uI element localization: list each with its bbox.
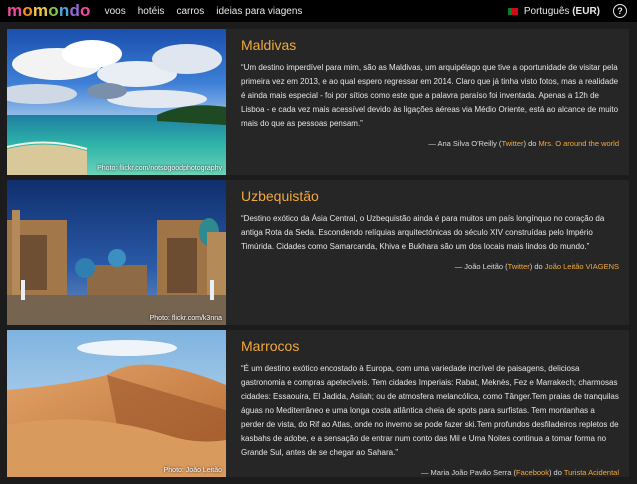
destination-card-morocco: Photo: João Leitão Marrocos “É um destin… (7, 330, 629, 477)
logo-letter: m (32, 1, 49, 20)
logo-letter: o (48, 1, 59, 20)
destination-content: Marrocos “É um destino exótico encostado… (241, 338, 619, 477)
social-link[interactable]: Twitter (508, 262, 530, 271)
photo-credit-link[interactable]: flickr.com/k3nna (172, 315, 222, 322)
quote-attribution: — Maria João Pavão Serra (Facebook) do T… (241, 468, 619, 477)
photo-credit-link[interactable]: João Leitão (186, 467, 222, 474)
attribution-connector: ) do (529, 262, 545, 271)
logo-letter: o (22, 1, 33, 20)
author-name: — João Leitão ( (454, 262, 508, 271)
destination-content: Uzbequistão “Destino exótico da Ásia Cen… (241, 188, 619, 271)
photo-credit-prefix: Photo: (163, 467, 186, 474)
language-currency-selector[interactable]: Português (EUR) (507, 0, 600, 22)
maldives-photo[interactable]: Photo: flickr.com/notsogoodphotography (7, 29, 226, 175)
main-nav: voos hotéis carros ideias para viagens (105, 6, 315, 17)
blog-link[interactable]: Mrs. O around the world (539, 139, 619, 148)
portugal-flag-icon (507, 7, 518, 15)
destination-title[interactable]: Uzbequistão (241, 188, 619, 204)
help-icon[interactable]: ? (613, 4, 627, 18)
attribution-connector: ) do (523, 139, 539, 148)
language-label: Português (523, 5, 570, 17)
photo-credit-link[interactable]: flickr.com/notsogoodphotography (119, 165, 222, 172)
destination-title[interactable]: Maldivas (241, 37, 619, 53)
destination-card-maldivas: Photo: flickr.com/notsogoodphotography M… (7, 29, 629, 175)
author-name: — Ana Silva O'Reilly ( (428, 139, 502, 148)
social-link[interactable]: Twitter (501, 139, 523, 148)
destination-quote: “Um destino imperdível para mim, são as … (241, 63, 619, 128)
uzbekistan-photo[interactable]: Photo: flickr.com/k3nna (7, 180, 226, 325)
morocco-photo[interactable]: Photo: João Leitão (7, 330, 226, 477)
quote-attribution: — João Leitão (Twitter) do João Leitão V… (241, 262, 619, 271)
destination-title[interactable]: Marrocos (241, 338, 619, 354)
destination-card-uzbekistan: Photo: flickr.com/k3nna Uzbequistão “Des… (7, 180, 629, 325)
social-link[interactable]: Facebook (516, 468, 549, 477)
nav-travel-ideas[interactable]: ideias para viagens (216, 6, 302, 17)
nav-flights[interactable]: voos (105, 6, 126, 17)
blog-link[interactable]: João Leitão VIAGENS (545, 262, 619, 271)
attribution-connector: ) do (548, 468, 564, 477)
photo-credit-prefix: Photo: (97, 165, 120, 172)
destination-quote: “Destino exótico da Ásia Central, o Uzbe… (241, 214, 605, 251)
nav-cars[interactable]: carros (176, 6, 204, 17)
blog-link[interactable]: Turista Acidental (564, 468, 619, 477)
destination-content: Maldivas “Um destino imperdível para mim… (241, 37, 619, 148)
author-name: — Maria João Pavão Serra ( (420, 468, 517, 477)
photo-credit: Photo: flickr.com/notsogoodphotography (97, 165, 222, 172)
logo-letter: m (7, 1, 23, 20)
photo-credit-prefix: Photo: (149, 315, 172, 322)
quote-attribution: — Ana Silva O'Reilly (Twitter) do Mrs. O… (241, 139, 619, 148)
top-navigation-bar: momondo voos hotéis carros ideias para v… (0, 0, 637, 22)
logo-letter: n (58, 1, 70, 20)
momondo-logo[interactable]: momondo (7, 0, 91, 22)
photo-credit: Photo: flickr.com/k3nna (150, 315, 222, 322)
destination-quote: “É um destino exótico encostado à Europa… (241, 364, 619, 457)
logo-letter: o (80, 1, 91, 20)
photo-credit: Photo: João Leitão (164, 467, 222, 474)
nav-hotels[interactable]: hotéis (138, 6, 165, 17)
currency-label: (EUR) (572, 5, 600, 17)
logo-letter: d (69, 1, 81, 20)
